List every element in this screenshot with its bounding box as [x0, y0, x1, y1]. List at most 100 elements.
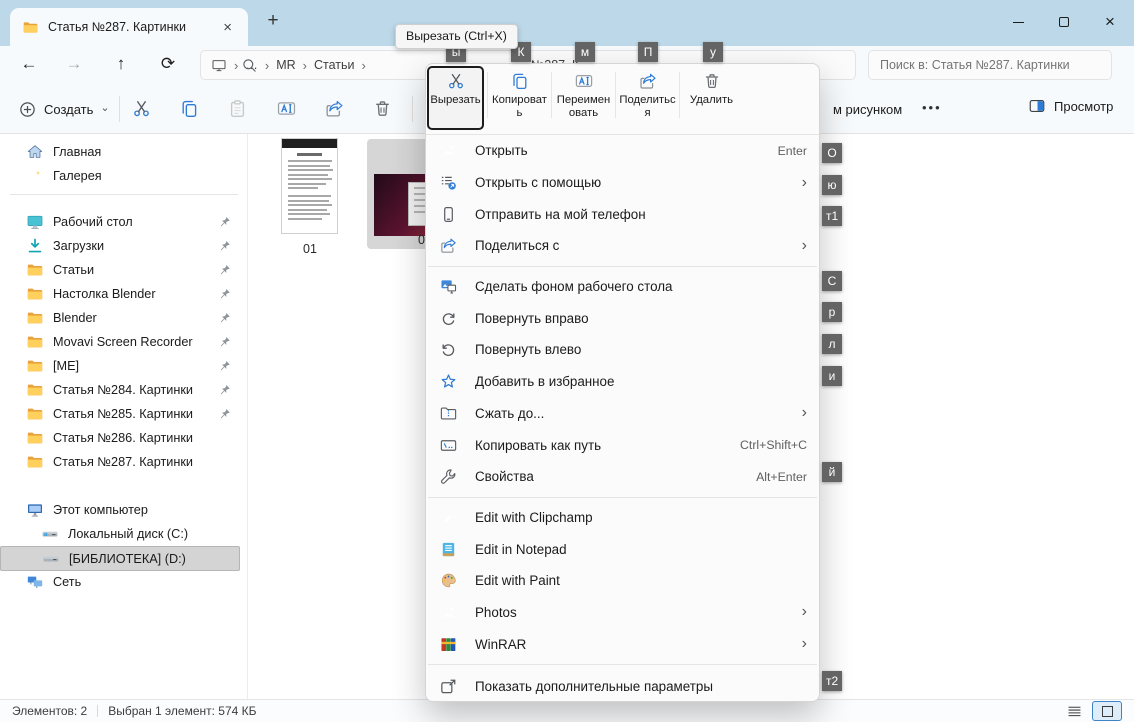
sidebar-item-disk-c[interactable]: Локальный диск (C:): [0, 522, 244, 546]
pin-icon: [218, 215, 232, 229]
large-icons-view-button[interactable]: [1092, 701, 1122, 721]
set-background-label-fragment[interactable]: м рисунком: [833, 102, 902, 117]
sidebar-item-285[interactable]: Статья №285. Картинки: [0, 402, 244, 426]
menu-item-rotate-right[interactable]: Повернуть вправо: [426, 302, 819, 334]
submenu-chevron-icon: ›: [802, 604, 807, 620]
sidebar-item-me[interactable]: [ME]: [0, 354, 244, 378]
forward-button[interactable]: →: [61, 51, 87, 77]
sidebar-item-stati[interactable]: Статьи: [0, 258, 244, 282]
cut-toolbar-button[interactable]: [131, 98, 155, 122]
sidebar-item-network[interactable]: Сеть: [0, 570, 244, 594]
cut-button[interactable]: Вырезать: [427, 66, 484, 130]
scissors-icon: [446, 71, 466, 91]
chevron-down-icon: ⌄: [100, 101, 109, 114]
sidebar-item-286[interactable]: Статья №286. Картинки: [0, 426, 244, 450]
delete-button[interactable]: Удалить: [683, 66, 740, 130]
up-button[interactable]: ↑: [108, 51, 134, 77]
menu-item-open-with[interactable]: Открыть с помощью ›: [426, 167, 819, 199]
sidebar-item-this-pc[interactable]: Этот компьютер: [0, 498, 244, 522]
menu-item-open[interactable]: Открыть Enter: [426, 135, 819, 167]
drive-icon: [42, 550, 60, 568]
share-icon: [638, 71, 658, 91]
file-tile-01[interactable]: 01: [268, 136, 352, 256]
create-label: Создать: [44, 102, 93, 117]
sidebar-item-gallery[interactable]: Галерея: [0, 164, 244, 188]
tab-close-icon[interactable]: ×: [217, 19, 238, 36]
close-button[interactable]: ×: [1087, 0, 1133, 44]
menu-item-compress-to[interactable]: Сжать до... ›: [426, 398, 819, 430]
sidebar-item-home[interactable]: Главная: [0, 140, 244, 164]
submenu-chevron-icon: ›: [802, 175, 807, 191]
more-options-icon: [439, 677, 458, 696]
menu-item-edit-paint[interactable]: Edit with Paint: [426, 565, 819, 597]
command-divider: [487, 72, 488, 118]
sidebar-item-movavi[interactable]: Movavi Screen Recorder: [0, 330, 244, 354]
search-input[interactable]: Поиск в: Статья №287. Картинки: [868, 50, 1112, 80]
menu-item-copy-as-path[interactable]: Копировать как путь Ctrl+Shift+C: [426, 429, 819, 461]
back-button[interactable]: ←: [16, 51, 42, 77]
copy-toolbar-button[interactable]: [179, 98, 203, 122]
copy-button[interactable]: Копировать: [491, 66, 548, 130]
maximize-button[interactable]: [1041, 0, 1087, 44]
minimize-button[interactable]: [995, 0, 1041, 44]
pin-icon: [218, 335, 232, 349]
file-name: 01: [268, 242, 352, 256]
menu-item-edit-clipchamp[interactable]: Edit with Clipchamp: [426, 502, 819, 534]
sidebar-item-284[interactable]: Статья №284. Картинки: [0, 378, 244, 402]
menu-item-send-to-phone[interactable]: Отправить на мой телефон: [426, 198, 819, 230]
maximize-icon: [1059, 17, 1069, 27]
view-button[interactable]: Просмотр: [1028, 97, 1113, 115]
sidebar-item-disk-d[interactable]: [БИБЛИОТЕКА] (D:): [0, 546, 240, 571]
menu-item-photos[interactable]: Photos ›: [426, 597, 819, 629]
menu-item-rotate-left[interactable]: Повернуть влево: [426, 334, 819, 366]
rename-button[interactable]: Переименовать: [555, 66, 612, 130]
explorer-tab[interactable]: Статья №287. Картинки ×: [10, 8, 248, 46]
keytip-open: О: [822, 143, 842, 163]
minimize-icon: [1013, 22, 1024, 23]
folder-icon: [22, 19, 39, 36]
breadcrumb-item-mr[interactable]: MR: [276, 58, 295, 72]
menu-item-share-with[interactable]: Поделиться с ›: [426, 230, 819, 262]
menu-item-winrar[interactable]: WinRAR ›: [426, 628, 819, 660]
open-with-icon: [439, 173, 458, 192]
keytip-rotate-right: р: [822, 302, 842, 322]
create-button[interactable]: Создать ⌄: [14, 95, 114, 123]
keytip-open-with: ю: [822, 175, 842, 195]
menu-item-edit-notepad[interactable]: Edit in Notepad: [426, 533, 819, 565]
rename-toolbar-button[interactable]: [276, 98, 300, 122]
breadcrumb-item-stati[interactable]: Статьи: [314, 58, 355, 72]
menu-item-properties[interactable]: Свойства Alt+Enter: [426, 461, 819, 493]
wrench-icon: [439, 467, 458, 486]
share-toolbar-button[interactable]: [324, 98, 348, 122]
file-thumbnail: [281, 138, 338, 234]
menu-separator: [428, 266, 817, 267]
submenu-chevron-icon: ›: [802, 238, 807, 254]
share-button[interactable]: Поделиться: [619, 66, 676, 130]
breadcrumb-chevron-icon: ›: [265, 58, 269, 73]
new-tab-button[interactable]: +: [260, 10, 286, 32]
sidebar-item-blender[interactable]: Blender: [0, 306, 244, 330]
sidebar-item-desktop[interactable]: Рабочий стол: [0, 210, 244, 234]
menu-separator: [428, 664, 817, 665]
keytip-rotate-left: л: [822, 334, 842, 354]
refresh-button[interactable]: ⟳: [155, 51, 181, 77]
menu-item-add-favorites[interactable]: Добавить в избранное: [426, 366, 819, 398]
items-count: Элементов: 2: [12, 704, 87, 718]
keytip-delete: у: [703, 42, 723, 62]
phone-icon: [439, 205, 458, 224]
menu-item-show-more-options[interactable]: Показать дополнительные параметры: [426, 669, 819, 702]
sidebar-item-nastolka-blender[interactable]: Настолка Blender: [0, 282, 244, 306]
paste-toolbar-button[interactable]: [227, 98, 251, 122]
copy-icon: [510, 71, 530, 91]
pin-icon: [218, 287, 232, 301]
share-icon: [324, 98, 345, 119]
folder-icon: [26, 285, 44, 303]
menu-item-set-wallpaper[interactable]: Сделать фоном рабочего стола: [426, 271, 819, 303]
see-more-button[interactable]: •••: [922, 100, 942, 115]
keytip-wallpaper: С: [822, 271, 842, 291]
sidebar-item-downloads[interactable]: Загрузки: [0, 234, 244, 258]
details-view-button[interactable]: [1066, 703, 1083, 720]
status-bar: Элементов: 2 Выбран 1 элемент: 574 КБ: [0, 699, 1134, 722]
sidebar-item-287[interactable]: Статья №287. Картинки: [0, 450, 244, 474]
delete-toolbar-button[interactable]: [372, 98, 396, 122]
